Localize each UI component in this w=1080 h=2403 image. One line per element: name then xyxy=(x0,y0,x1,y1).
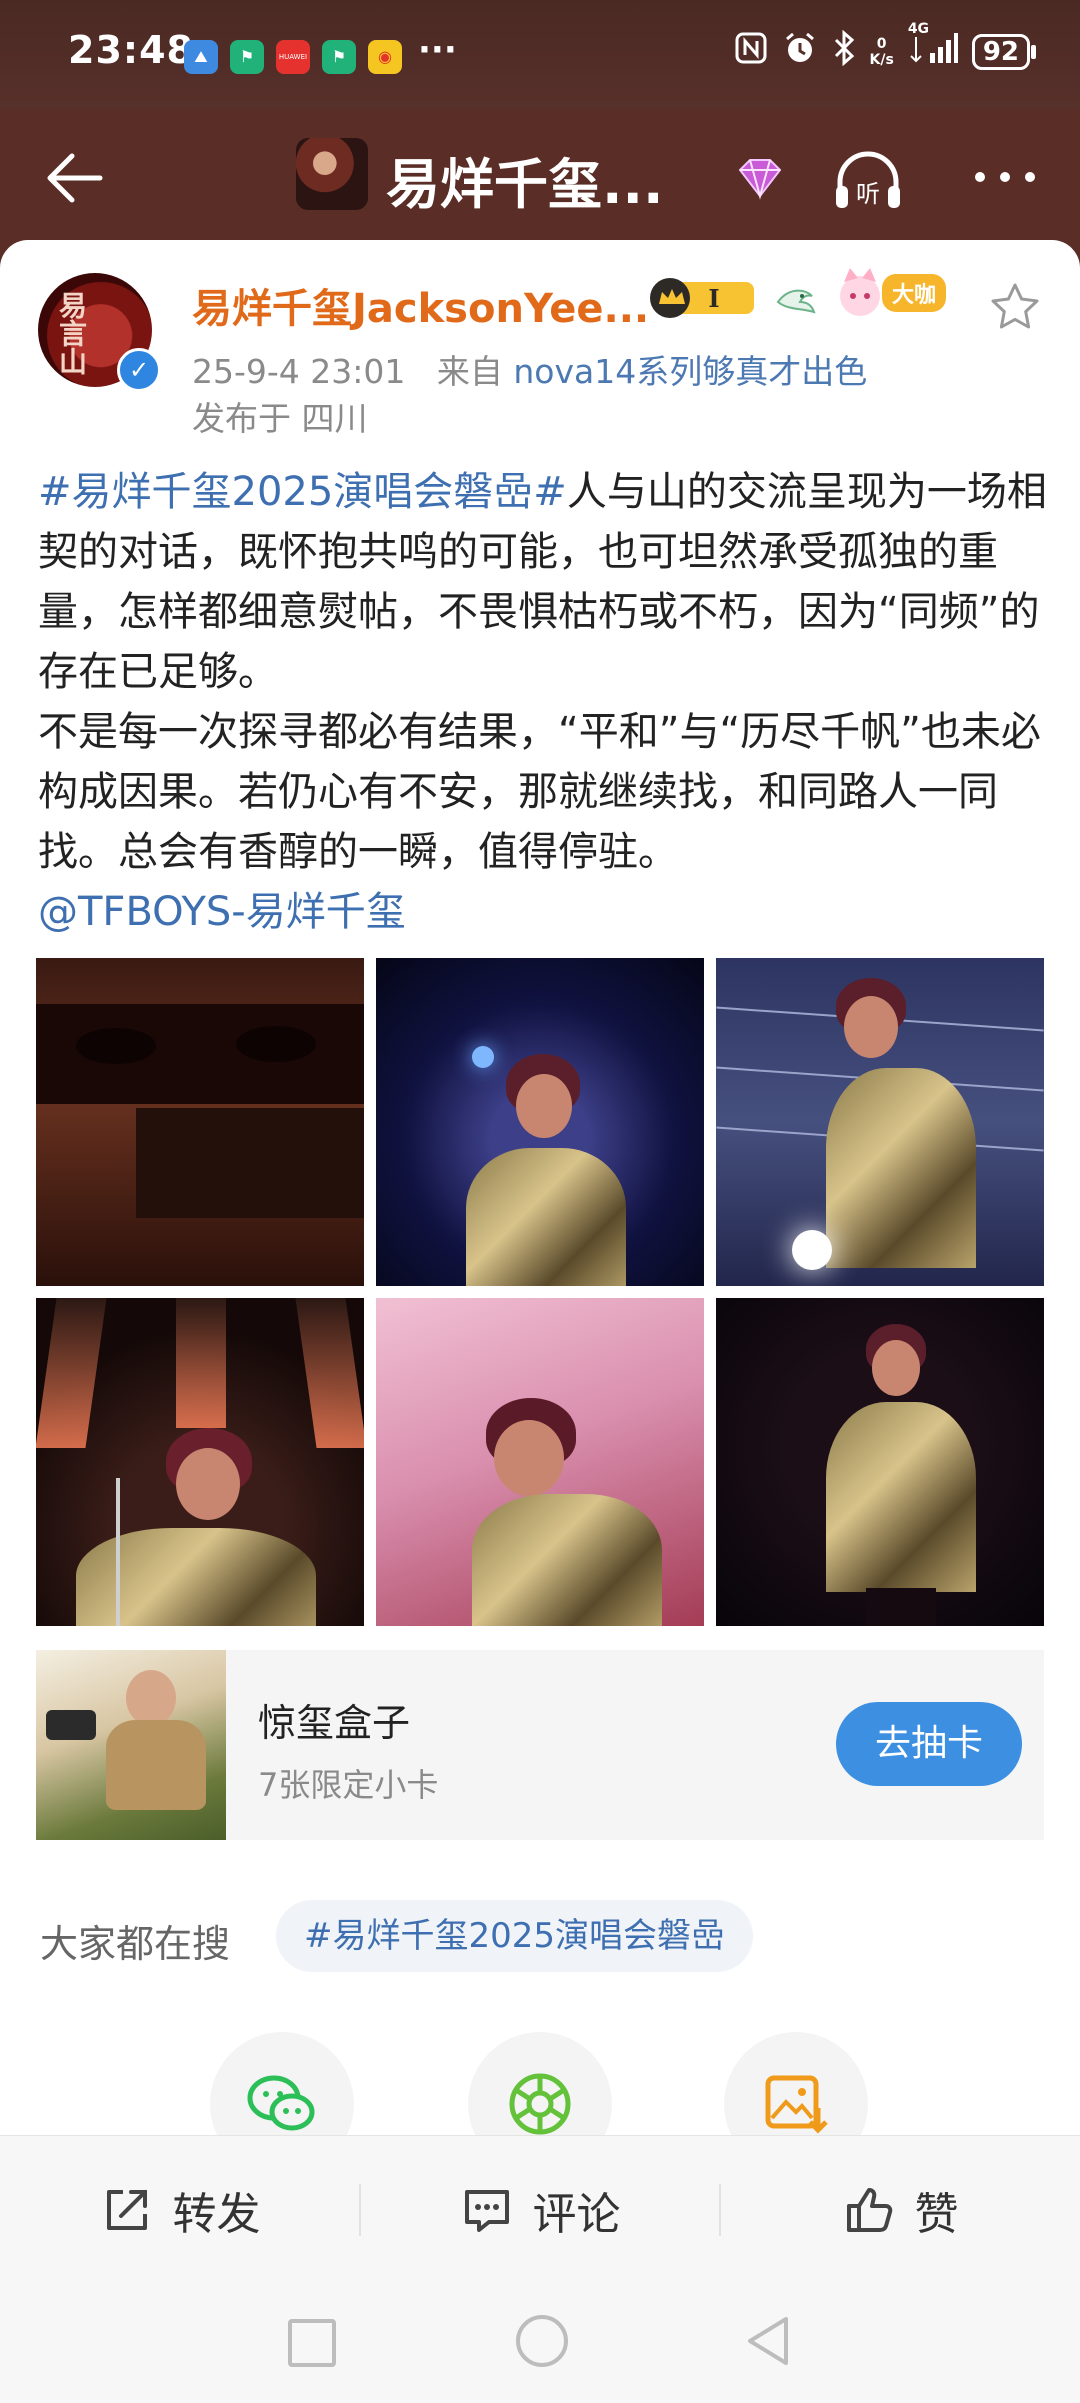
promo-thumbnail xyxy=(36,1650,226,1840)
system-navigation-bar xyxy=(0,2283,1080,2403)
comment-label: 评论 xyxy=(532,2189,621,2240)
promo-card[interactable]: 惊玺盒子 7张限定小卡 去抽卡 xyxy=(36,1650,1044,1840)
mini-app-icon: ⛰ xyxy=(184,40,218,74)
verified-badge-icon: ✓ xyxy=(117,348,161,392)
avatar-text: 易言山 xyxy=(55,291,88,375)
thumbs-up-icon xyxy=(846,2188,892,2232)
author-name[interactable]: 易烊千玺JacksonYee... xyxy=(192,276,649,334)
post-card: 易言山 ✓ 易烊千玺JacksonYee... I 大咖 25-9-4 23:0… xyxy=(0,240,1080,2403)
camera-shape xyxy=(46,1710,96,1740)
post-location: 发布于 四川 xyxy=(192,399,368,438)
recent-apps-button[interactable] xyxy=(288,2319,336,2367)
level-badge-text: I xyxy=(708,284,719,313)
weibo-app-icon: ◉ xyxy=(368,40,402,74)
alarm-icon xyxy=(782,30,818,74)
post-timestamp: 25-9-4 23:01 xyxy=(192,352,406,391)
page-title: 易烊千玺... xyxy=(386,153,664,216)
like-label: 赞 xyxy=(914,2189,959,2240)
battery-indicator: 92 xyxy=(971,34,1037,70)
comment-button[interactable]: 评论 xyxy=(360,2136,719,2284)
like-button[interactable]: 赞 xyxy=(720,2136,1079,2284)
vip-tier-label: 大咖 xyxy=(882,274,947,312)
home-button[interactable] xyxy=(516,2315,568,2367)
favorite-star-icon[interactable] xyxy=(988,280,1042,334)
status-time: 23:48 xyxy=(68,28,194,72)
repost-icon xyxy=(106,2190,147,2230)
post-text-2: 不是每一次探寻都必有结果，“平和”与“历尽千帆”也未必构成因果。若仍心有不安，那… xyxy=(38,709,1041,875)
more-notifications-icon: ··· xyxy=(418,30,457,70)
post-image-3[interactable] xyxy=(716,958,1044,1286)
repost-label: 转发 xyxy=(172,2189,261,2240)
moments-icon xyxy=(509,2073,571,2135)
mention-link[interactable]: @TFBOYS-易烊千玺 xyxy=(38,889,406,935)
bluetooth-icon xyxy=(832,29,856,74)
status-indicators: 0 K/s 4G 92 xyxy=(734,21,1037,74)
save-image-icon xyxy=(765,2075,828,2134)
repost-button[interactable]: 转发 xyxy=(0,2136,359,2284)
post-meta: 25-9-4 23:01 来自 nova14系列够真才出色 xyxy=(192,345,867,393)
signal-icon: 4G xyxy=(908,21,958,73)
network-speed: 0 K/s xyxy=(869,36,894,68)
fox-mascot-icon xyxy=(840,268,880,316)
promo-title: 惊玺盒子 xyxy=(258,1701,411,1745)
post-image-6[interactable] xyxy=(716,1298,1044,1626)
listen-headphones-icon[interactable]: 听 xyxy=(828,142,908,222)
vip-tier-badge[interactable]: 大咖 xyxy=(830,260,960,324)
nfc-icon xyxy=(734,31,768,73)
top-navigation: 易烊千玺... 听 xyxy=(0,110,1080,245)
mic-stand xyxy=(116,1478,120,1626)
post-image-4[interactable] xyxy=(36,1298,364,1626)
network-type: 4G xyxy=(907,21,930,37)
wechat-icon xyxy=(247,2075,315,2131)
nav-avatar[interactable] xyxy=(296,138,368,210)
crown-level-badge[interactable]: I xyxy=(648,276,758,320)
post-body: #易烊千玺2025演唱会磐嵒#人与山的交流呈现为一场相契的对话，既怀抱共鸣的可能… xyxy=(38,462,1048,942)
huawei-app-icon: HUAWEI xyxy=(276,40,310,74)
eye-shape-2 xyxy=(236,1026,316,1062)
eye-shape xyxy=(76,1028,156,1064)
post-image-1[interactable] xyxy=(36,958,364,1286)
vip-diamond-icon[interactable] xyxy=(730,150,790,210)
comment-icon xyxy=(464,2190,509,2232)
topic-link[interactable]: #易烊千玺2025演唱会磐嵒# xyxy=(38,469,567,515)
promo-subtitle: 7张限定小卡 xyxy=(258,1766,439,1804)
status-bar: 23:48 ⛰ ⚑ HUAWEI ⚑ ◉ ··· 0 K/s 4G 92 xyxy=(0,0,1080,110)
trend-label: 大家都在搜 xyxy=(40,1922,231,1966)
system-back-button[interactable] xyxy=(742,2313,794,2369)
svg-text:听: 听 xyxy=(856,180,880,208)
action-bar: 转发 评论 赞 xyxy=(0,2135,1080,2284)
trend-tag[interactable]: #易烊千玺2025演唱会磐嵒 xyxy=(276,1900,754,1972)
bird-badge-icon[interactable] xyxy=(772,278,818,320)
source-prefix: 来自 xyxy=(436,352,503,391)
sports-app-icon-2: ⚑ xyxy=(322,40,356,74)
sports-app-icon: ⚑ xyxy=(230,40,264,74)
post-image-5[interactable] xyxy=(376,1298,704,1626)
more-options-icon[interactable] xyxy=(970,162,1040,192)
post-image-2[interactable] xyxy=(376,958,704,1286)
draw-card-button[interactable]: 去抽卡 xyxy=(836,1702,1022,1786)
back-button[interactable] xyxy=(38,138,118,218)
post-source-link[interactable]: nova14系列够真才出色 xyxy=(513,352,867,391)
